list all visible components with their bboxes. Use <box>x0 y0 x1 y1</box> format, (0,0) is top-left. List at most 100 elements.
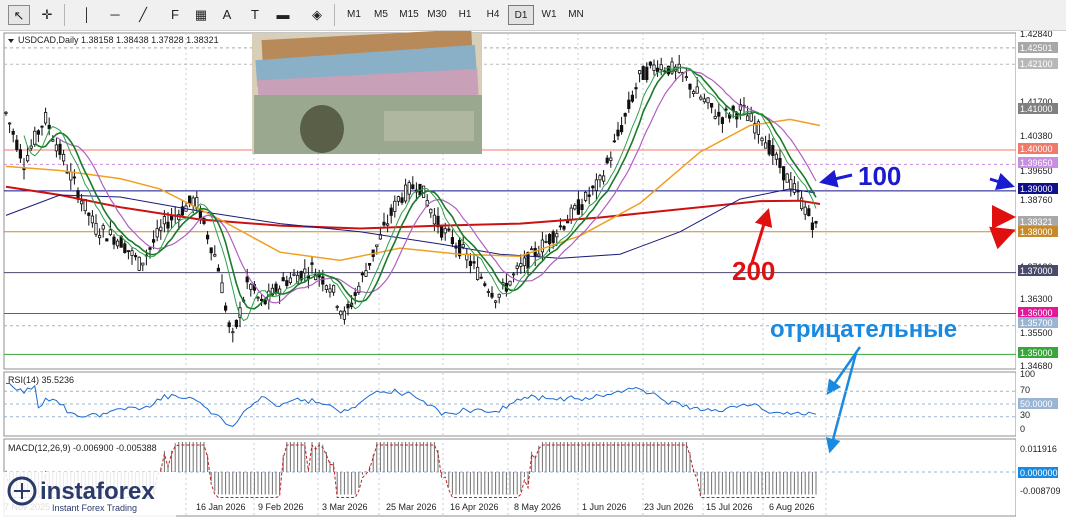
candle <box>771 145 775 156</box>
fibonacci-icon[interactable]: F <box>164 5 186 25</box>
candle <box>522 257 527 267</box>
crosshair-icon[interactable]: ✛ <box>36 5 58 25</box>
candle <box>439 225 444 238</box>
level-box-label: 1.39000 <box>1020 184 1053 194</box>
rsi-scale-label: 30 <box>1020 410 1030 420</box>
candle <box>58 143 62 155</box>
banknotes-image <box>252 31 482 154</box>
candle <box>760 137 764 142</box>
candle <box>695 86 699 94</box>
candle <box>548 234 552 245</box>
candle <box>116 240 120 247</box>
timeframe-d1[interactable]: D1 <box>508 5 534 25</box>
candle <box>303 268 307 274</box>
vertical-line-icon[interactable]: │ <box>76 5 98 25</box>
candle <box>47 124 51 129</box>
level-box-label: 1.36000 <box>1020 308 1053 318</box>
candle <box>472 261 476 264</box>
candle <box>159 226 163 231</box>
candle <box>594 179 599 191</box>
level-box-label: 1.41000 <box>1020 104 1053 114</box>
timeframe-h4[interactable]: H4 <box>480 5 506 25</box>
candle <box>807 208 811 217</box>
candle <box>223 305 228 311</box>
candle <box>785 173 789 183</box>
candle <box>44 112 48 124</box>
macd-scale-top: 0.011916 <box>1020 444 1057 454</box>
candle <box>40 125 44 128</box>
candle <box>602 175 606 182</box>
candle <box>623 113 627 117</box>
annotation-negative: отрицательные <box>770 316 957 343</box>
macd-scale-bottom: -0.008709 <box>1020 486 1061 496</box>
timeframe-mn[interactable]: MN <box>563 5 589 25</box>
candle <box>18 149 23 159</box>
candle <box>569 207 573 221</box>
candle <box>321 276 325 285</box>
banknote-panel <box>384 111 474 141</box>
candle <box>450 237 455 245</box>
candle <box>375 244 379 248</box>
candle <box>7 122 12 125</box>
toolbar: ↖ ✛ │ ─ ╱ F ▦ A T ▬ ◈ M1 M5 M15 M30 H1 H4 D1 W1 MN <box>0 0 1066 31</box>
timeframe-m15[interactable]: M15 <box>396 5 422 25</box>
price-label: 1.42840 <box>1020 31 1053 39</box>
candle <box>551 231 555 243</box>
candle <box>310 262 314 265</box>
candle <box>461 244 465 248</box>
candle <box>443 228 447 234</box>
candle <box>90 215 94 224</box>
candle <box>814 221 818 224</box>
candle <box>137 256 141 271</box>
chart-window[interactable]: USDCAD,Daily 1.38158 1.38438 1.37828 1.3… <box>0 31 1066 518</box>
candle <box>796 190 800 193</box>
candle <box>620 125 624 133</box>
candle <box>72 176 76 179</box>
cursor-icon[interactable]: ↖ <box>8 5 30 25</box>
candle <box>483 283 487 286</box>
candle <box>659 64 663 71</box>
timeframe-m30[interactable]: M30 <box>424 5 450 25</box>
candle <box>486 291 491 293</box>
candle <box>688 83 692 90</box>
timeframe-m1[interactable]: M1 <box>341 5 367 25</box>
candle <box>429 208 433 214</box>
timeframe-h1[interactable]: H1 <box>452 5 478 25</box>
timeframe-m5[interactable]: M5 <box>368 5 394 25</box>
candle <box>339 310 343 316</box>
candle <box>385 223 390 226</box>
candle <box>364 270 368 277</box>
candle <box>407 182 411 195</box>
candle <box>490 292 494 298</box>
candle <box>512 273 516 276</box>
candle <box>292 273 296 276</box>
timeframe-w1[interactable]: W1 <box>536 5 562 25</box>
candle <box>169 215 174 221</box>
annotation-100: 100 <box>858 161 901 191</box>
candle <box>800 197 804 210</box>
candle <box>573 205 577 210</box>
date-label: 25 Mar 2026 <box>386 502 437 512</box>
candle <box>393 200 397 212</box>
rsi-scale-label: 100 <box>1020 369 1035 379</box>
text-icon[interactable]: A <box>216 5 238 25</box>
candle <box>133 255 138 258</box>
channel-icon[interactable]: ▦ <box>190 5 212 25</box>
candle <box>641 66 645 80</box>
price-label: 1.40380 <box>1020 131 1053 141</box>
horizontal-line-icon[interactable]: ─ <box>104 5 126 25</box>
candle <box>162 216 166 225</box>
candle <box>526 252 530 269</box>
candle <box>497 293 501 298</box>
date-label: 9 Feb 2026 <box>258 502 304 512</box>
candle <box>400 197 404 203</box>
candle <box>245 276 249 283</box>
candle <box>630 94 635 102</box>
candle <box>54 144 59 152</box>
trendline-icon[interactable]: ╱ <box>132 5 154 25</box>
candle <box>533 247 537 258</box>
rectangle-icon[interactable]: ▬ <box>272 5 294 25</box>
date-label: 23 Jun 2026 <box>644 502 694 512</box>
text-label-icon[interactable]: T <box>244 5 266 25</box>
arrows-icon[interactable]: ◈ <box>304 5 330 25</box>
